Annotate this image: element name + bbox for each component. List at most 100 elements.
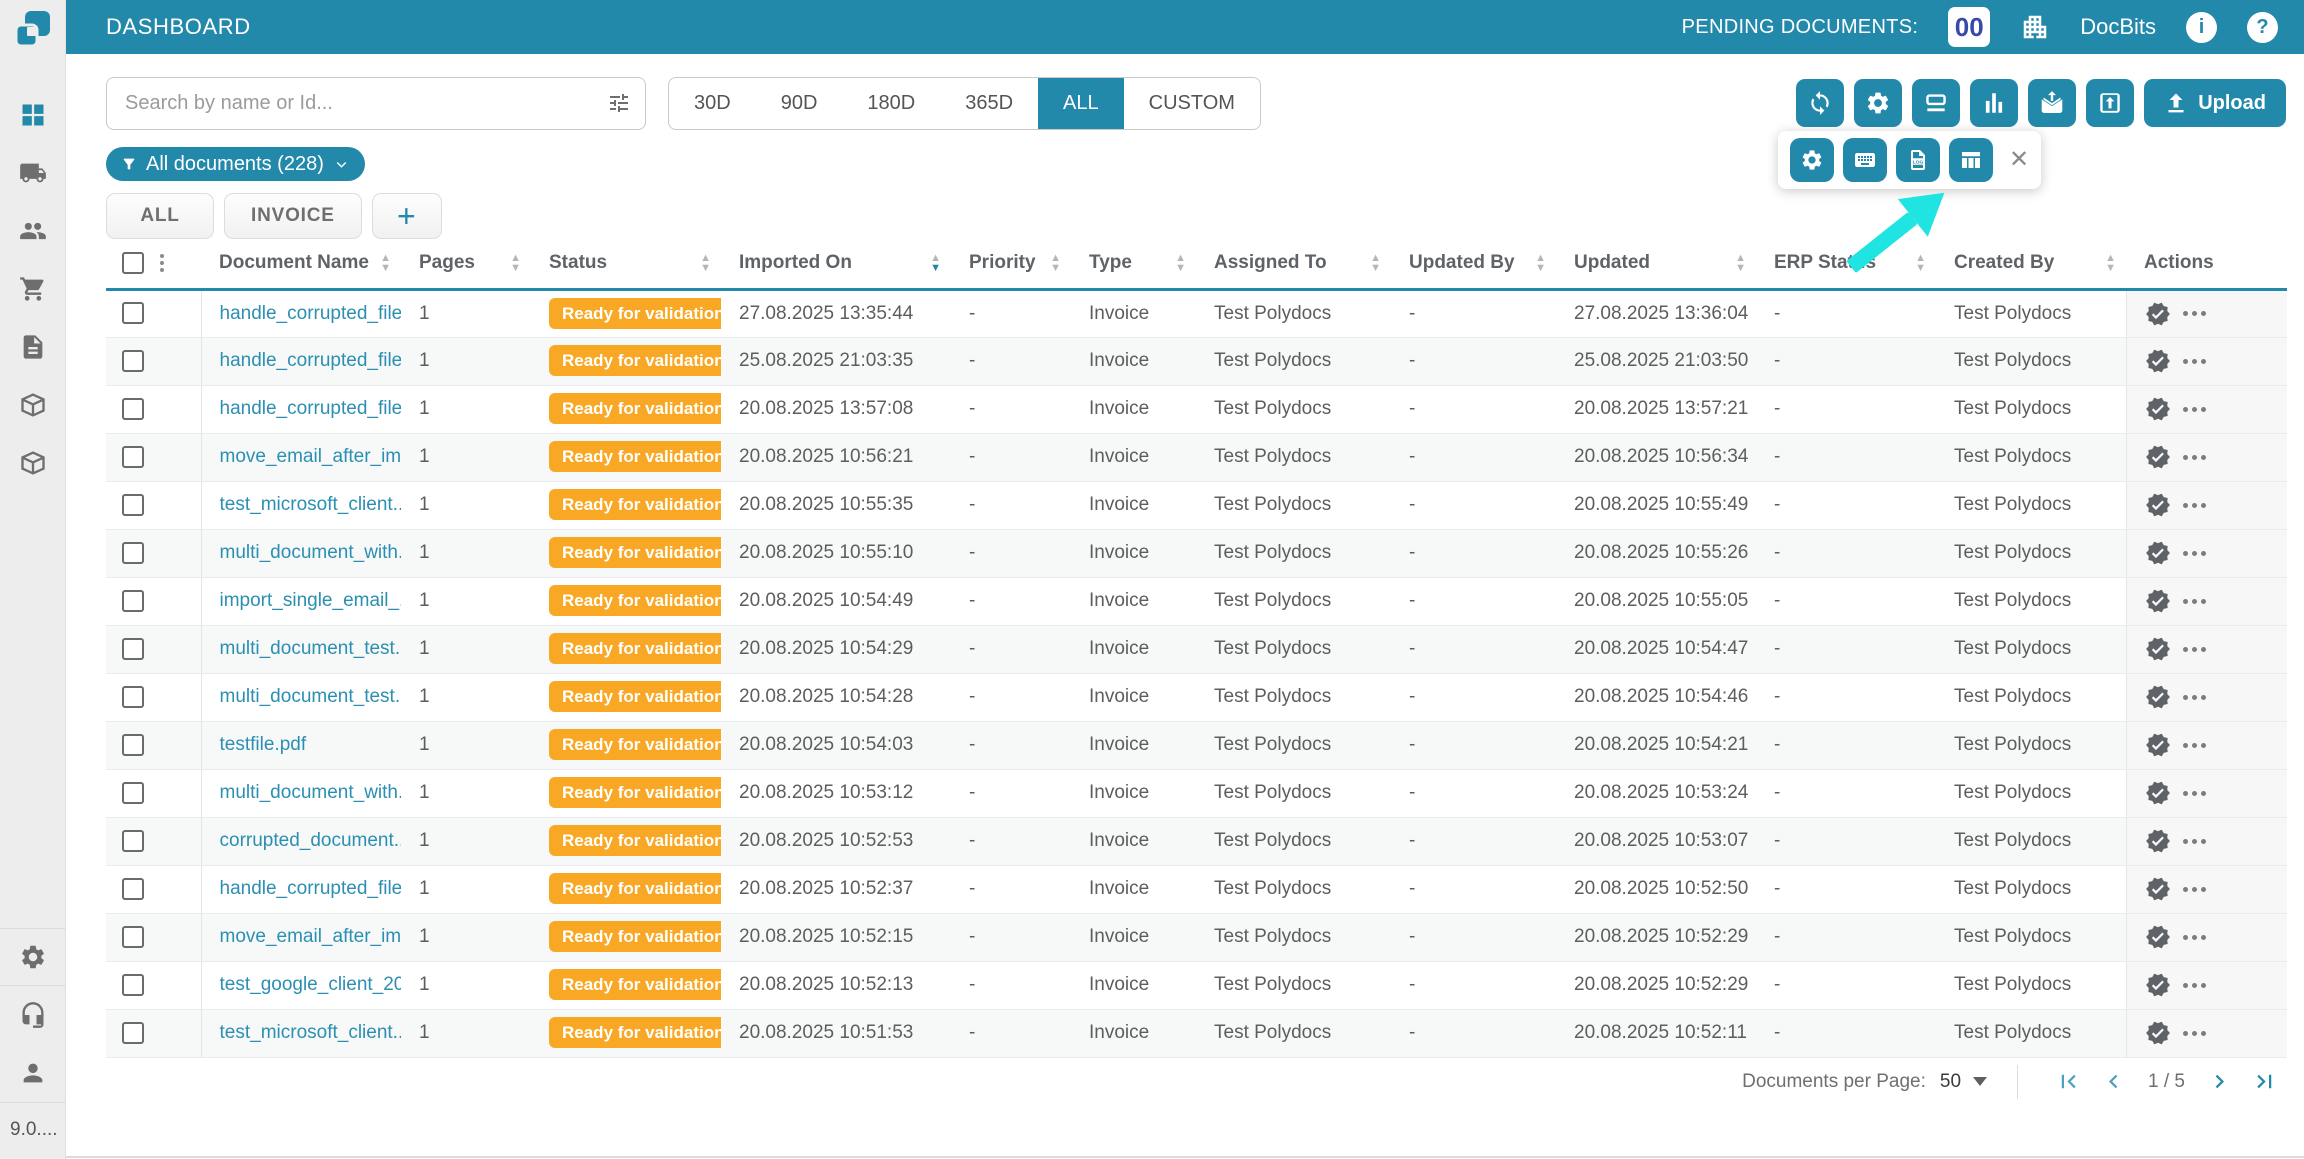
tab-invoice[interactable]: INVOICE — [224, 193, 362, 239]
sidebar-item-dashboard[interactable] — [0, 86, 65, 144]
row-actions-menu[interactable] — [2183, 935, 2206, 940]
mail-import-button[interactable] — [2028, 79, 2076, 127]
per-page-value[interactable]: 50 — [1940, 1071, 1961, 1093]
row-actions-menu[interactable] — [2183, 887, 2206, 892]
validated-seal-icon[interactable] — [2145, 444, 2171, 470]
upload-button[interactable]: Upload — [2144, 79, 2286, 127]
first-page-button[interactable] — [2055, 1068, 2082, 1095]
table-row[interactable]: handle_corrupted_file...1Ready for valid… — [106, 385, 2287, 433]
column-header-updated[interactable]: Updated▲▼ — [1556, 239, 1756, 289]
column-header-created-by[interactable]: Created By▲▼ — [1936, 239, 2126, 289]
export-tray-button[interactable] — [2086, 79, 2134, 127]
document-name-link[interactable]: multi_document_with... — [220, 782, 402, 803]
row-checkbox[interactable] — [122, 398, 144, 420]
log-file-popup-button[interactable]: LOG — [1896, 138, 1940, 182]
sort-icon[interactable]: ▲▼ — [2105, 253, 2116, 273]
table-row[interactable]: handle_corrupted_file...1Ready for valid… — [106, 289, 2287, 337]
row-actions-menu[interactable] — [2183, 551, 2206, 556]
table-row[interactable]: import_single_email_...1Ready for valida… — [106, 577, 2287, 625]
sidebar-item-profile[interactable] — [0, 1044, 65, 1102]
documents-filter-chip[interactable]: All documents (228) — [106, 147, 365, 181]
row-checkbox[interactable] — [122, 686, 144, 708]
validated-seal-icon[interactable] — [2145, 492, 2171, 518]
row-checkbox[interactable] — [122, 830, 144, 852]
sidebar-item-invoice-doc[interactable] — [0, 318, 65, 376]
column-header-status[interactable]: Status▲▼ — [531, 239, 721, 289]
settings-popup-button[interactable] — [1790, 138, 1834, 182]
row-actions-menu[interactable] — [2183, 1031, 2206, 1036]
table-row[interactable]: test_google_client_20...1Ready for valid… — [106, 961, 2287, 1009]
bar-chart-button[interactable] — [1970, 79, 2018, 127]
sync-button[interactable] — [1796, 79, 1844, 127]
sort-icon[interactable]: ▲▼ — [1175, 253, 1186, 273]
table-row[interactable]: move_email_after_im...1Ready for validat… — [106, 913, 2287, 961]
row-actions-menu[interactable] — [2183, 839, 2206, 844]
next-page-button[interactable] — [2206, 1068, 2233, 1095]
table-row[interactable]: test_microsoft_client...1Ready for valid… — [106, 481, 2287, 529]
kebab-menu-icon[interactable] — [160, 254, 164, 272]
last-page-button[interactable] — [2251, 1068, 2278, 1095]
column-header-assigned-to[interactable]: Assigned To▲▼ — [1196, 239, 1391, 289]
row-actions-menu[interactable] — [2183, 743, 2206, 748]
search-input[interactable] — [125, 92, 607, 115]
select-all-checkbox[interactable] — [122, 252, 144, 274]
row-checkbox[interactable] — [122, 878, 144, 900]
row-checkbox[interactable] — [122, 1022, 144, 1044]
document-name-link[interactable]: handle_corrupted_file... — [220, 398, 402, 419]
sort-icon[interactable]: ▲▼ — [1050, 253, 1061, 273]
column-header-document-name[interactable]: Document Name▲▼ — [201, 239, 401, 289]
validated-seal-icon[interactable] — [2145, 1020, 2171, 1046]
row-checkbox[interactable] — [122, 494, 144, 516]
validated-seal-icon[interactable] — [2145, 780, 2171, 806]
validated-seal-icon[interactable] — [2145, 636, 2171, 662]
sidebar-item-package[interactable] — [0, 376, 65, 434]
row-checkbox[interactable] — [122, 302, 144, 324]
row-actions-menu[interactable] — [2183, 311, 2206, 316]
time-filter-custom[interactable]: CUSTOM — [1124, 78, 1260, 129]
column-header-updated-by[interactable]: Updated By▲▼ — [1391, 239, 1556, 289]
table-row[interactable]: multi_document_test...1Ready for validat… — [106, 625, 2287, 673]
validated-seal-icon[interactable] — [2145, 972, 2171, 998]
table-row[interactable]: handle_corrupted_file...1Ready for valid… — [106, 337, 2287, 385]
document-name-link[interactable]: multi_document_test... — [220, 638, 402, 659]
document-name-link[interactable]: import_single_email_... — [220, 590, 402, 611]
row-checkbox[interactable] — [122, 590, 144, 612]
add-tab-button[interactable]: + — [372, 193, 442, 239]
row-checkbox[interactable] — [122, 734, 144, 756]
validated-seal-icon[interactable] — [2145, 396, 2171, 422]
row-checkbox[interactable] — [122, 350, 144, 372]
previous-page-button[interactable] — [2100, 1068, 2127, 1095]
close-popup-button[interactable]: ✕ — [2009, 148, 2029, 172]
row-checkbox[interactable] — [122, 446, 144, 468]
validated-seal-icon[interactable] — [2145, 348, 2171, 374]
table-columns-popup-button[interactable] — [1949, 138, 1993, 182]
column-header-pages[interactable]: Pages▲▼ — [401, 239, 531, 289]
time-filter-all[interactable]: ALL — [1038, 78, 1124, 129]
time-filter-30d[interactable]: 30D — [669, 78, 756, 129]
sort-icon[interactable]: ▲▼ — [1370, 253, 1381, 273]
sort-icon[interactable]: ▲▼ — [930, 253, 941, 273]
table-row[interactable]: handle_corrupted_file...1Ready for valid… — [106, 865, 2287, 913]
document-name-link[interactable]: handle_corrupted_file... — [220, 878, 402, 899]
validated-seal-icon[interactable] — [2145, 588, 2171, 614]
info-button[interactable]: i — [2186, 12, 2217, 43]
time-filter-180d[interactable]: 180D — [842, 78, 940, 129]
validated-seal-icon[interactable] — [2145, 540, 2171, 566]
organization-icon[interactable] — [2020, 12, 2050, 42]
app-logo[interactable] — [11, 8, 55, 52]
document-name-link[interactable]: handle_corrupted_file... — [220, 350, 402, 371]
validated-seal-icon[interactable] — [2145, 301, 2171, 327]
document-name-link[interactable]: multi_document_test... — [220, 686, 402, 707]
table-row[interactable]: multi_document_with...1Ready for validat… — [106, 769, 2287, 817]
row-checkbox[interactable] — [122, 926, 144, 948]
column-header-imported-on[interactable]: Imported On▲▼ — [721, 239, 951, 289]
sort-icon[interactable]: ▲▼ — [1915, 253, 1926, 273]
sort-icon[interactable]: ▲▼ — [700, 253, 711, 273]
sort-icon[interactable]: ▲▼ — [1535, 253, 1546, 273]
document-name-link[interactable]: test_microsoft_client... — [220, 1022, 402, 1043]
sort-icon[interactable]: ▲▼ — [510, 253, 521, 273]
row-checkbox[interactable] — [122, 782, 144, 804]
document-name-link[interactable]: move_email_after_im... — [220, 446, 402, 467]
sidebar-item-people[interactable] — [0, 202, 65, 260]
sort-icon[interactable]: ▲▼ — [380, 253, 391, 273]
